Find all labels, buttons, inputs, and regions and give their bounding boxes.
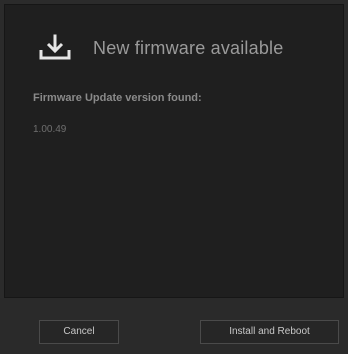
firmware-version-label: Firmware Update version found: <box>33 92 202 104</box>
dialog-footer: Cancel Install and Reboot <box>0 298 348 354</box>
firmware-dialog: New firmware available Firmware Update v… <box>0 0 348 354</box>
dialog-header: New firmware available <box>37 33 283 63</box>
firmware-version-value: 1.00.49 <box>33 124 67 135</box>
download-tray-icon <box>37 33 73 63</box>
cancel-button[interactable]: Cancel <box>39 320 119 344</box>
install-reboot-button[interactable]: Install and Reboot <box>200 320 339 344</box>
dialog-title: New firmware available <box>93 37 284 58</box>
